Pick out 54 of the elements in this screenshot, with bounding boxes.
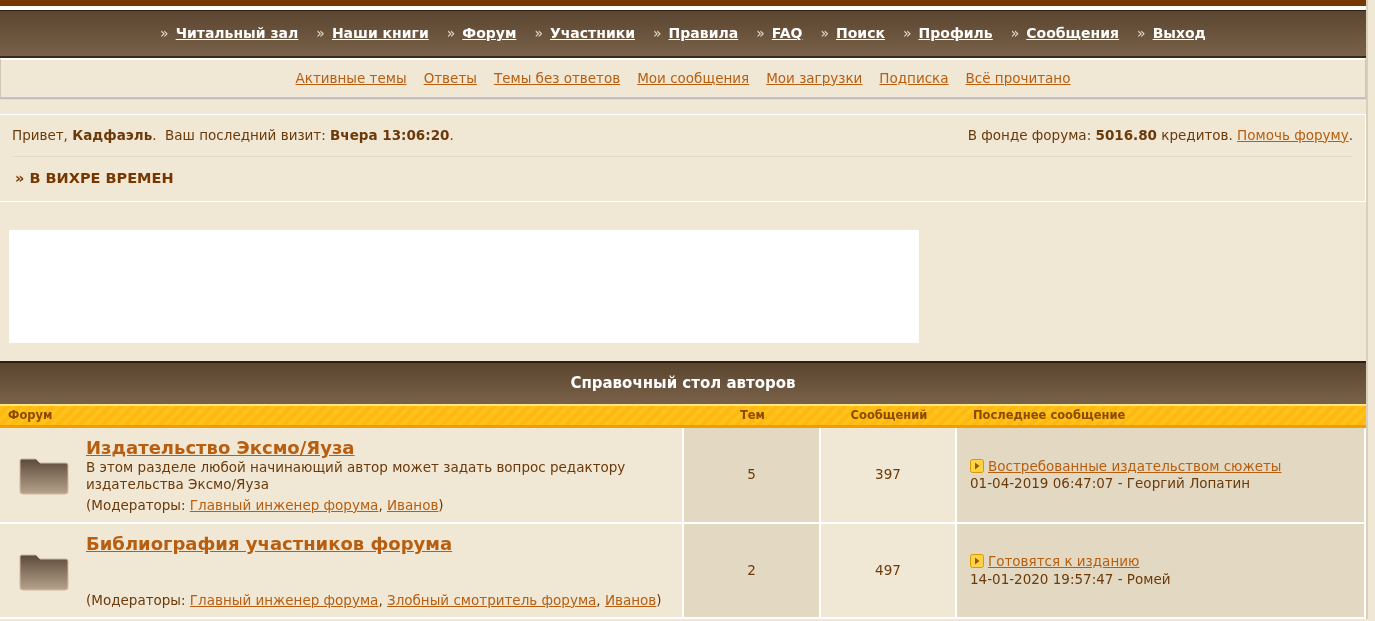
- posts-count: 497: [875, 562, 901, 580]
- sub-nav-link[interactable]: Темы без ответов: [493, 69, 621, 88]
- last-post-meta: 14-01-2020 19:57:47 - Ромей: [970, 570, 1172, 589]
- last-post-link[interactable]: Востребованные издательством сюжеты: [988, 457, 1282, 474]
- nav-marker: »: [446, 24, 456, 43]
- sub-nav-link[interactable]: Мои сообщения: [637, 69, 750, 88]
- sub-nav-link[interactable]: Активные темы: [295, 69, 407, 88]
- nav-link[interactable]: Выход: [1152, 24, 1206, 43]
- nav-marker: »: [653, 24, 662, 43]
- category-title: Справочный стол авторов: [570, 373, 796, 394]
- nav-marker: »: [534, 24, 543, 43]
- nav-link[interactable]: Наши книги: [331, 24, 429, 43]
- forum-title-link[interactable]: Издательство Эксмо/Яуза: [86, 437, 355, 458]
- moderator-link[interactable]: Главный инженер форума: [189, 591, 379, 608]
- nav-link[interactable]: FAQ: [771, 24, 803, 43]
- forum-fund-text: В фонде форума: 5016.80 кредитов. Помочь форуму.: [967, 126, 1353, 145]
- moderator-link[interactable]: Иванов: [604, 591, 657, 608]
- nav-link[interactable]: Читальный зал: [175, 24, 299, 43]
- column-header: Сообщений: [850, 408, 928, 423]
- nav-link[interactable]: Поиск: [836, 24, 885, 43]
- nav-link[interactable]: Профиль: [918, 24, 993, 43]
- help-forum-link[interactable]: Помочь форуму: [1237, 126, 1349, 143]
- column-header: Форум: [8, 408, 53, 423]
- sub-nav-link[interactable]: Подписка: [879, 69, 949, 88]
- moderator-link[interactable]: Злобный смотритель форума: [387, 591, 597, 608]
- moderator-link[interactable]: Иванов: [387, 496, 439, 513]
- forum-description: В этом разделе любой начинающий автор может задать вопрос редактору издательства Эксмо/Яуза: [86, 458, 627, 494]
- sub-nav-link[interactable]: Всё прочитано: [965, 69, 1071, 88]
- nav-link[interactable]: Участники: [549, 24, 636, 43]
- topics-count: 2: [747, 562, 756, 580]
- column-header: Последнее сообщение: [973, 408, 1126, 423]
- breadcrumb[interactable]: » В ВИХРЕ ВРЕМЕН: [15, 170, 174, 186]
- nav-marker: »: [160, 24, 169, 43]
- sub-nav-link[interactable]: Мои загрузки: [766, 69, 863, 88]
- nav-marker: »: [316, 24, 325, 43]
- last-post-meta: 01-04-2019 06:47:07 - Георгий Лопатин: [970, 475, 1252, 493]
- nav-marker: »: [903, 24, 912, 43]
- column-header: Тем: [739, 408, 765, 423]
- sub-nav-link[interactable]: Ответы: [423, 69, 477, 88]
- nav-marker: »: [756, 24, 765, 43]
- nav-link[interactable]: Сообщения: [1026, 24, 1120, 43]
- forum-title-link[interactable]: Библиография участников форума: [86, 533, 453, 555]
- last-post-link[interactable]: Готовятся к изданию: [988, 553, 1140, 570]
- topics-count: 5: [747, 466, 756, 484]
- moderator-link[interactable]: Главный инженер форума: [189, 496, 379, 513]
- greeting-text: Привет, Кадфаэль. Ваш последний визит: Вчера 13:06:20.: [12, 126, 454, 145]
- nav-link[interactable]: Правила: [668, 24, 739, 43]
- nav-marker: »: [820, 24, 830, 43]
- nav-link[interactable]: Форум: [462, 24, 517, 43]
- posts-count: 397: [875, 466, 901, 484]
- nav-marker: »: [1137, 24, 1146, 43]
- moderators-line: (Модераторы: Главный инженер форума, Злобный смотритель форума, Иванов): [86, 591, 662, 610]
- moderators-line: (Модераторы: Главный инженер форума, Иванов): [86, 496, 445, 515]
- nav-marker: »: [1010, 24, 1020, 43]
